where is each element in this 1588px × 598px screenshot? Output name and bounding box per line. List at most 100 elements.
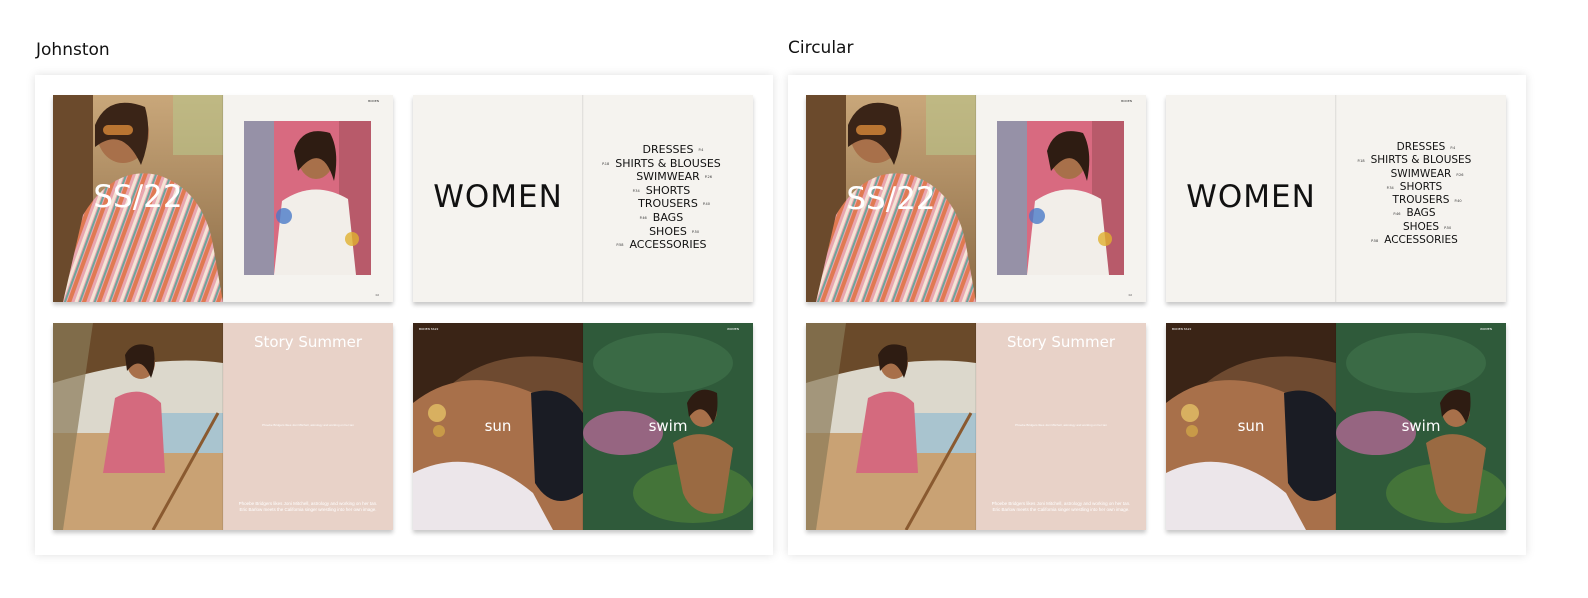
category-page: P.40: [1454, 199, 1462, 204]
category-item[interactable]: SHOES P.50: [1336, 221, 1506, 234]
category-page: P.50: [1444, 225, 1452, 230]
category-item[interactable]: ACCESSORIES P.58: [583, 238, 753, 252]
category-page: P.34: [1386, 185, 1394, 190]
category-label: SHIRTS & BLOUSES: [1370, 154, 1472, 167]
index-right-page: DRESSES P.4 SHIRTS & BLOUSES P.18 SWIMWEAR…: [583, 95, 753, 302]
category-label: ACCESSORIES: [1384, 234, 1458, 247]
page-number: 02: [1128, 293, 1132, 297]
index-left-page: WOMEN: [1166, 95, 1336, 302]
category-label: BAGS: [1406, 207, 1436, 220]
category-label: SWIMWEAR: [1390, 167, 1452, 180]
panel-title: Circular: [788, 38, 854, 58]
story-caption: Phoebe Bridgers likes Joni Mitchell, ast…: [1015, 423, 1107, 427]
spread-story[interactable]: Story Summer Phoebe Bridgers likes Joni …: [806, 323, 1146, 530]
category-page: P.26: [1456, 172, 1464, 177]
spread-sun-swim[interactable]: BODEN SS22 sun WOMEN swim: [1166, 323, 1506, 530]
spread-cover[interactable]: SS/22 BODEN 02: [53, 95, 393, 302]
story-text-page: Story Summer Phoebe Bridgers likes Joni …: [976, 323, 1146, 530]
cover-photo-page: SS/22: [53, 95, 223, 302]
category-page: P.34: [632, 188, 640, 193]
layout-board: SS/22 BODEN 02 WOMEN DRESSES P.4 SHIRTS …: [788, 75, 1526, 555]
category-label: ACCESSORIES: [629, 238, 707, 252]
swim-word: swim: [648, 417, 688, 435]
category-label: BAGS: [652, 210, 684, 224]
category-label: SHOES: [1402, 220, 1440, 233]
section-title: WOMEN: [433, 179, 563, 215]
cover-right-page: BODEN 02: [223, 95, 393, 302]
cover-photo-page: SS/22: [806, 95, 976, 302]
page-tag: WOMEN: [1479, 327, 1492, 331]
spread-spine: [1335, 95, 1337, 302]
brand-tag: BODEN: [1121, 99, 1132, 103]
spread-story[interactable]: Story Summer Phoebe Bridgers likes Joni …: [53, 323, 393, 530]
spread-spine: [975, 95, 977, 302]
category-item[interactable]: SHIRTS & BLOUSES P.18: [1336, 154, 1506, 167]
spread-cover[interactable]: SS/22 BODEN 02: [806, 95, 1146, 302]
category-item[interactable]: SHOES P.50: [583, 225, 753, 239]
category-page: P.4: [698, 148, 704, 152]
category-item[interactable]: SWIMWEAR P.26: [1336, 168, 1506, 181]
inset-photo: [997, 121, 1124, 275]
category-page: P.18: [602, 161, 610, 166]
story-body: Phoebe Bridgers likes Joni Mitchell, ast…: [238, 501, 378, 512]
category-item[interactable]: TROUSERS P.40: [1336, 194, 1506, 207]
spread-spine: [222, 323, 224, 530]
category-page: P.46: [1393, 212, 1401, 217]
category-label: SHIRTS & BLOUSES: [615, 156, 721, 170]
category-label: TROUSERS: [1392, 194, 1450, 207]
story-body: Phoebe Bridgers likes Joni Mitchell, ast…: [991, 501, 1131, 512]
story-title: Story Summer: [1006, 333, 1116, 351]
category-item[interactable]: SHORTS P.34: [1336, 181, 1506, 194]
page-tag: BODEN SS22: [419, 327, 439, 331]
sun-page: BODEN SS22 sun: [413, 323, 583, 530]
category-label: DRESSES: [642, 143, 694, 156]
story-photo-page: [53, 323, 223, 530]
category-page: P.4: [1450, 146, 1456, 150]
story-photo-page: [806, 323, 976, 530]
category-item[interactable]: DRESSES P.4: [1336, 141, 1506, 154]
category-item[interactable]: SWIMWEAR P.26: [583, 170, 753, 184]
spread-sun-swim[interactable]: BODEN SS22 sun WOMEN swim: [413, 323, 753, 530]
index-left-page: WOMEN: [413, 95, 583, 302]
spread-index[interactable]: WOMEN DRESSES P.4 SHIRTS & BLOUSES P.18 SW…: [413, 95, 753, 302]
index-right-page: DRESSES P.4 SHIRTS & BLOUSES P.18 SWIMWEAR…: [1336, 95, 1506, 302]
category-list: DRESSES P.4 SHIRTS & BLOUSES P.18 SWIMWEAR…: [583, 143, 753, 252]
category-item[interactable]: DRESSES P.4: [583, 143, 753, 157]
sun-page: BODEN SS22 sun: [1166, 323, 1336, 530]
cover-headline: SS/22: [93, 179, 183, 215]
category-page: P.40: [702, 202, 710, 207]
category-page: P.18: [1357, 159, 1365, 164]
panel-title: Johnston: [36, 40, 110, 60]
spread-spine: [1335, 323, 1337, 530]
category-item[interactable]: SHIRTS & BLOUSES P.18: [583, 157, 753, 171]
category-label: TROUSERS: [638, 197, 698, 211]
category-page: P.46: [639, 215, 647, 220]
category-label: SHORTS: [645, 183, 691, 197]
cover-headline: SS/22: [846, 181, 936, 217]
category-item[interactable]: ACCESSORIES P.58: [1336, 234, 1506, 247]
category-label: SWIMWEAR: [636, 170, 700, 184]
category-label: DRESSES: [1396, 141, 1446, 153]
sun-word: sun: [484, 417, 512, 435]
sun-word: sun: [1237, 417, 1265, 435]
page-number: 02: [375, 293, 379, 297]
story-photo: [806, 323, 976, 530]
cover-right-page: BODEN 02: [976, 95, 1146, 302]
layout-board: SS/22 BODEN 02 WOMEN DRESSES P.4 SHIRTS …: [35, 75, 773, 555]
section-title: WOMEN: [1186, 179, 1316, 215]
brand-tag: BODEN: [368, 99, 379, 103]
category-item[interactable]: BAGS P.46: [1336, 207, 1506, 220]
spread-index[interactable]: WOMEN DRESSES P.4 SHIRTS & BLOUSES P.18 SW…: [1166, 95, 1506, 302]
swim-word: swim: [1401, 417, 1441, 435]
story-text-page: Story Summer Phoebe Bridgers likes Joni …: [223, 323, 393, 530]
category-list: DRESSES P.4 SHIRTS & BLOUSES P.18 SWIMWEAR…: [1336, 141, 1506, 247]
category-item[interactable]: SHORTS P.34: [583, 184, 753, 198]
category-page: P.58: [1371, 239, 1379, 244]
category-label: SHORTS: [1399, 180, 1443, 193]
category-page: P.50: [691, 229, 700, 234]
spread-spine: [582, 323, 584, 530]
category-item[interactable]: BAGS P.46: [583, 211, 753, 225]
swim-page: WOMEN swim: [1336, 323, 1506, 530]
category-item[interactable]: TROUSERS P.40: [583, 197, 753, 211]
category-label: SHOES: [649, 224, 687, 238]
